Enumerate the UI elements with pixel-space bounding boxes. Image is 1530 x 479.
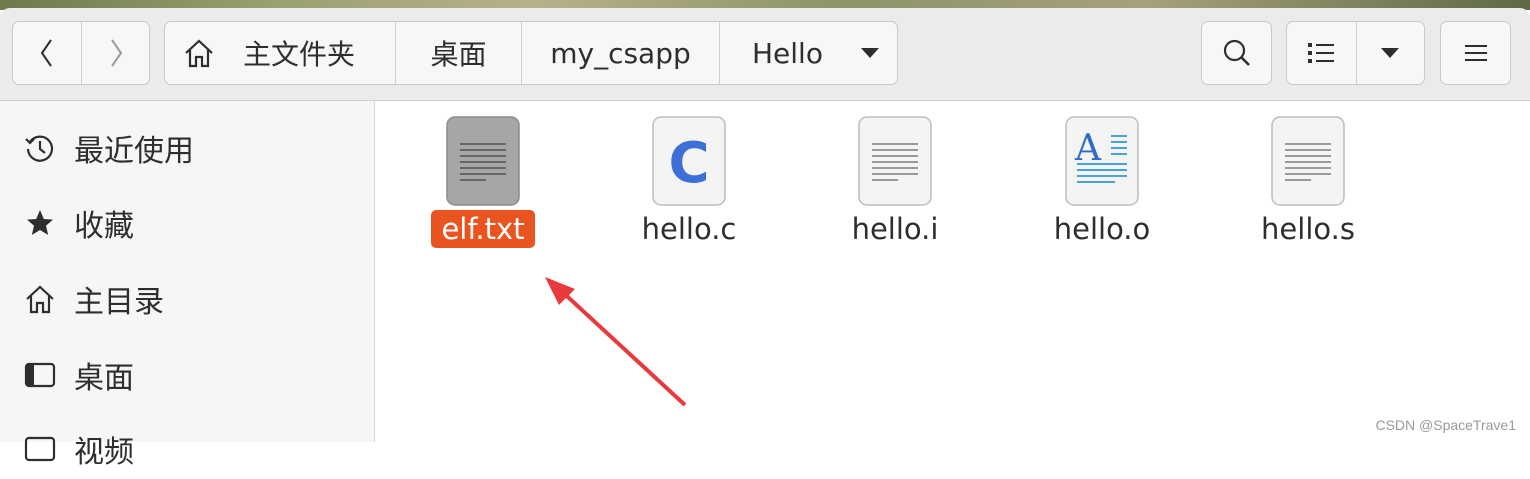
triangle-down-icon[interactable] <box>860 48 879 58</box>
file-item[interactable]: hello.i <box>795 116 995 256</box>
file-name: hello.c <box>589 212 789 246</box>
view-options-button[interactable] <box>1355 22 1424 84</box>
watermark: CSDN @SpaceTrave1 <box>1375 417 1516 433</box>
clock-icon <box>25 135 54 162</box>
chevron-right-icon <box>110 39 122 67</box>
view-mode-button[interactable] <box>1287 22 1356 84</box>
sidebar-item-label: 收藏 <box>74 209 134 244</box>
annotation-arrow <box>545 277 687 407</box>
back-button[interactable] <box>13 22 81 84</box>
file-name: hello.i <box>795 212 995 246</box>
file-item[interactable]: hello.s <box>1208 116 1408 256</box>
file-name: elf.txt <box>383 210 583 248</box>
text-file-icon <box>446 116 520 206</box>
file-name-text: elf.txt <box>431 210 535 248</box>
sidebar-item-label: 最近使用 <box>74 134 194 169</box>
file-name-text: hello.c <box>641 212 737 246</box>
document-icon: A <box>1065 116 1139 206</box>
file-name: hello.o <box>1002 212 1202 246</box>
main-menu-button[interactable] <box>1441 22 1510 84</box>
search-button-group <box>1201 21 1272 85</box>
file-name: hello.s <box>1208 212 1408 246</box>
breadcrumb-hello[interactable]: Hello <box>719 22 897 84</box>
breadcrumb-label: Hello <box>752 36 823 70</box>
sidebar-item-recent[interactable]: 最近使用 <box>0 118 374 178</box>
text-file-icon <box>1271 116 1345 206</box>
svg-text:C: C <box>668 131 709 196</box>
breadcrumb-desktop[interactable]: 桌面 <box>395 22 521 84</box>
home-icon <box>26 285 54 314</box>
header-bar: 主文件夹 桌面 my_csapp Hello <box>0 8 1530 101</box>
sidebar-item-label: 主目录 <box>74 285 164 320</box>
file-item[interactable]: A hello.o <box>1002 116 1202 256</box>
forward-button[interactable] <box>81 22 149 84</box>
text-file-icon <box>858 116 932 206</box>
file-name-text: hello.o <box>1053 212 1151 246</box>
svg-text:A: A <box>1074 128 1102 169</box>
sidebar-item-videos[interactable]: 视频 <box>0 419 374 479</box>
file-name-text: hello.s <box>1261 212 1355 246</box>
breadcrumb: 主文件夹 桌面 my_csapp Hello <box>164 21 898 85</box>
triangle-down-icon <box>1381 48 1400 58</box>
file-item[interactable]: C hello.c <box>589 116 789 256</box>
breadcrumb-label: 主文件夹 <box>243 38 356 71</box>
breadcrumb-label: my_csapp <box>550 36 691 70</box>
desktop-icon <box>24 362 56 388</box>
search-icon <box>1223 39 1250 66</box>
menu-button-group <box>1440 21 1511 85</box>
view-button-group <box>1286 21 1425 85</box>
sidebar-item-label: 桌面 <box>74 361 134 396</box>
file-item[interactable]: elf.txt <box>383 116 583 256</box>
sidebar-item-home[interactable]: 主目录 <box>0 269 374 329</box>
video-icon <box>24 436 56 462</box>
chevron-left-icon <box>40 39 52 67</box>
sidebar: 最近使用 收藏 主目录 桌面 视频 <box>0 101 375 470</box>
c-source-icon: C <box>652 116 726 206</box>
file-view: elf.txt C hello.c hello.i A hello.o hell… <box>375 101 1530 442</box>
file-name-text: hello.i <box>851 212 939 246</box>
hamburger-menu-icon <box>1464 45 1487 61</box>
list-view-icon <box>1308 43 1335 63</box>
home-icon <box>185 39 213 68</box>
breadcrumb-label: 桌面 <box>430 38 487 71</box>
sidebar-item-label: 视频 <box>74 435 134 470</box>
search-button[interactable] <box>1202 22 1271 84</box>
breadcrumb-home[interactable]: 主文件夹 <box>165 22 395 84</box>
breadcrumb-my-csapp[interactable]: my_csapp <box>521 22 719 84</box>
sidebar-item-desktop[interactable]: 桌面 <box>0 345 374 405</box>
sidebar-item-starred[interactable]: 收藏 <box>0 193 374 253</box>
star-icon <box>27 210 53 235</box>
nav-buttons <box>12 21 150 85</box>
